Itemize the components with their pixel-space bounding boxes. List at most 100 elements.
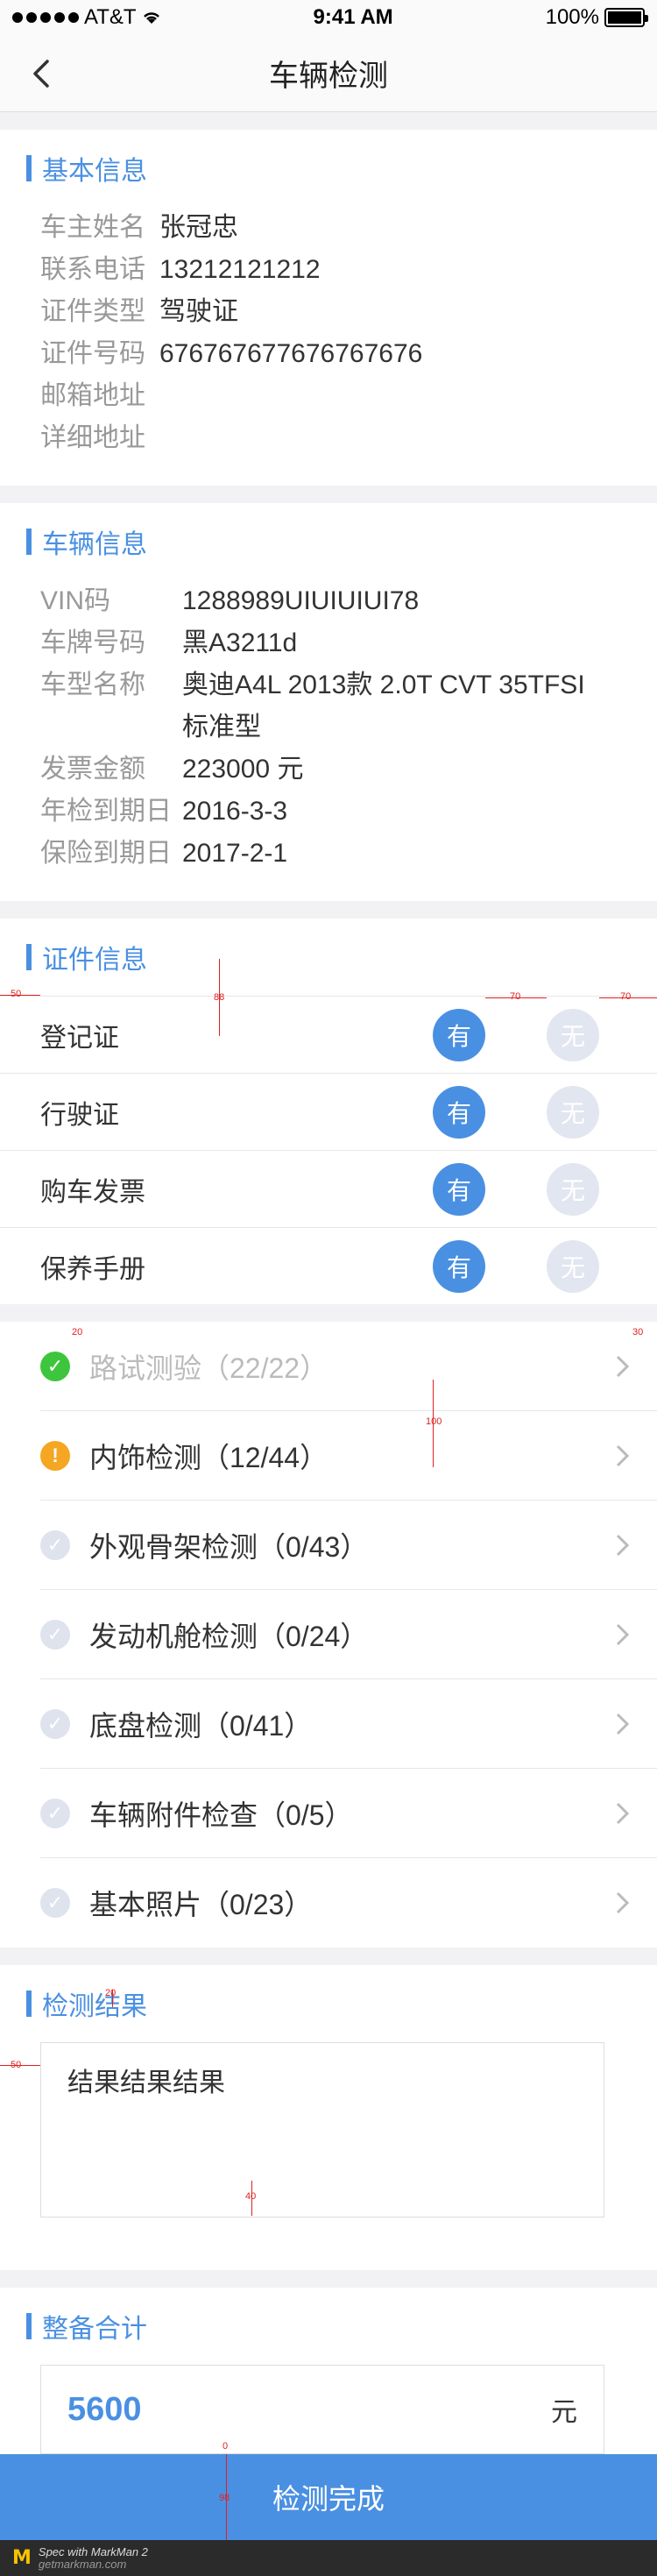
info-value: 黑A3211d (182, 628, 298, 657)
section-header: 检测结果 (0, 1965, 657, 2042)
carrier-signal: AT&T (12, 5, 161, 30)
complete-inspection-button[interactable]: 检测完成 (0, 2454, 657, 2540)
vehicle-info-section: 车辆信息 VIN码 1288989UIUIUIUI78 车牌号码 黑A3211d 车… (0, 503, 657, 901)
info-label: 车牌号码 (40, 628, 145, 657)
cert-no-button[interactable]: 无 (547, 1009, 599, 1061)
markman-line-2: getmarkman.com (38, 2557, 127, 2571)
info-row-id-type: 证件类型 驾驶证 (0, 291, 657, 333)
info-row-model: 车型名称 奥迪A4L 2013款 2.0T CVT 35TFSI 标准型 (0, 664, 657, 749)
info-label: 年检到期日 (40, 797, 172, 826)
section-marker (26, 1991, 32, 2017)
section-marker (26, 529, 32, 555)
cert-no-button[interactable]: 无 (547, 1163, 599, 1216)
section-marker (26, 944, 32, 970)
list-item-label: 路试测验（22/22） (89, 1352, 328, 1384)
info-value: 223000 元 (182, 755, 304, 784)
cert-row-registration: 登记证 有 无 (0, 996, 657, 1073)
list-item-label: 基本照片（0/23） (89, 1889, 313, 1920)
section-title: 基本信息 (42, 157, 147, 186)
info-value: 奥迪A4L 2013款 2.0T CVT 35TFSI 标准型 (182, 664, 585, 749)
spec-line (485, 997, 547, 998)
exclamation-circle-icon: ! (40, 1440, 70, 1471)
list-item-label: 发动机舱检测（0/24） (89, 1620, 369, 1652)
chevron-right-icon (616, 1713, 630, 1735)
info-row-owner: 车主姓名 张冠忠 (0, 207, 657, 249)
info-row-vin: VIN码 1288989UIUIUIUI78 (0, 580, 657, 622)
section-title: 检测结果 (42, 1992, 147, 2021)
info-value: 2017-2-1 (182, 839, 288, 868)
cert-no-button[interactable]: 无 (547, 1240, 599, 1293)
spec-line (0, 2065, 40, 2066)
spec-line (0, 995, 40, 996)
list-item[interactable]: ✓ 外观骨架检测（0/43） (40, 1501, 657, 1590)
chevron-right-icon (616, 1444, 630, 1466)
info-label: 发票金额 (40, 755, 145, 784)
model-line-2: 标准型 (182, 713, 261, 742)
info-row-email: 邮箱地址 (0, 375, 657, 417)
spec-line (226, 2454, 227, 2540)
total-input[interactable]: 5600 元 (40, 2365, 604, 2454)
cert-no-button[interactable]: 无 (547, 1086, 599, 1139)
list-item-label: 外观骨架检测（0/43） (89, 1530, 369, 1563)
info-row-id-number: 证件号码 676767677676767676 (0, 333, 657, 375)
section-title: 证件信息 (42, 946, 147, 975)
markman-footer: M Spec with MarkMan 2 getmarkman.com (0, 2540, 657, 2576)
list-item[interactable]: ✓ 基本照片（0/23） (40, 1858, 657, 1948)
chevron-right-icon (616, 1355, 630, 1377)
spec-line (251, 2181, 252, 2216)
cert-yes-button[interactable]: 有 (433, 1009, 485, 1061)
nav-bar: 车辆检测 (0, 35, 657, 112)
check-circle-icon: ✓ (40, 1351, 70, 1381)
result-section: 检测结果 结果结果结果 (0, 1965, 657, 2270)
list-item-label: 内饰检测（12/44） (89, 1441, 328, 1473)
cert-row-invoice: 购车发票 有 无 (0, 1150, 657, 1227)
info-row-address: 详细地址 (0, 417, 657, 459)
status-bar: AT&T 9:41 AM 100% (0, 0, 657, 35)
list-item[interactable]: ✓ 发动机舱检测（0/24） (40, 1590, 657, 1679)
info-label: 详细地址 (40, 423, 145, 452)
spec-line (219, 959, 220, 1036)
check-circle-icon: ✓ (40, 1888, 70, 1918)
list-item-label: 车辆附件检查（0/5） (89, 1799, 353, 1831)
spec-line (433, 1380, 434, 1467)
info-row-invoice: 发票金额 223000 元 (0, 749, 657, 791)
check-circle-icon: ✓ (40, 1619, 70, 1650)
spec-line (112, 1990, 113, 2007)
check-circle-icon: ✓ (40, 1529, 70, 1560)
info-row-inspection-date: 年检到期日 2016-3-3 (0, 791, 657, 833)
cert-yes-button[interactable]: 有 (433, 1163, 485, 1216)
chevron-right-icon (616, 1623, 630, 1645)
section-title: 车辆信息 (42, 530, 147, 559)
info-value: 13212121212 (159, 255, 321, 284)
list-item[interactable]: ! 内饰检测（12/44） (40, 1411, 657, 1501)
result-textarea[interactable]: 结果结果结果 (40, 2042, 604, 2218)
list-item[interactable]: ✓ 路试测验（22/22） (40, 1322, 657, 1411)
list-item[interactable]: ✓ 车辆附件检查（0/5） (40, 1769, 657, 1858)
cert-yes-button[interactable]: 有 (433, 1086, 485, 1139)
chevron-right-icon (616, 1891, 630, 1914)
check-circle-icon: ✓ (40, 1798, 70, 1828)
info-label: 车主姓名 (40, 213, 145, 242)
total-value: 5600 (67, 2390, 142, 2428)
info-row-phone: 联系电话 13212121212 (0, 249, 657, 291)
markman-logo-icon: M (12, 2547, 32, 2569)
section-marker (26, 2313, 32, 2339)
basic-info-section: 基本信息 车主姓名 张冠忠 联系电话 13212121212 证件类型 驾驶证 证件号… (0, 130, 657, 486)
inspection-list: ✓ 路试测验（22/22） ! 内饰检测（12/44） ✓ 外观骨架检测（0/4… (0, 1322, 657, 1948)
info-value: 驾驶证 (159, 297, 238, 326)
section-title: 整备合计 (42, 2315, 147, 2344)
info-value: 张冠忠 (159, 213, 238, 242)
info-label: 证件类型 (40, 297, 145, 326)
section-header: 车辆信息 (0, 503, 657, 580)
back-chevron-icon[interactable] (25, 56, 60, 91)
info-label: VIN码 (40, 586, 111, 615)
section-header: 证件信息 (0, 919, 657, 996)
section-header: 基本信息 (0, 130, 657, 207)
list-item-label: 底盘检测（0/41） (89, 1709, 313, 1742)
certificate-section: 证件信息 登记证 有 无 行驶证 有 无 购车发票 有 无 保养手册 有 无 (0, 919, 657, 1304)
list-item[interactable]: ✓ 底盘检测（0/41） (40, 1679, 657, 1769)
cert-row-driving-license: 行驶证 有 无 (0, 1073, 657, 1150)
info-label: 联系电话 (40, 255, 145, 284)
chevron-right-icon (616, 1534, 630, 1556)
cert-yes-button[interactable]: 有 (433, 1240, 485, 1293)
